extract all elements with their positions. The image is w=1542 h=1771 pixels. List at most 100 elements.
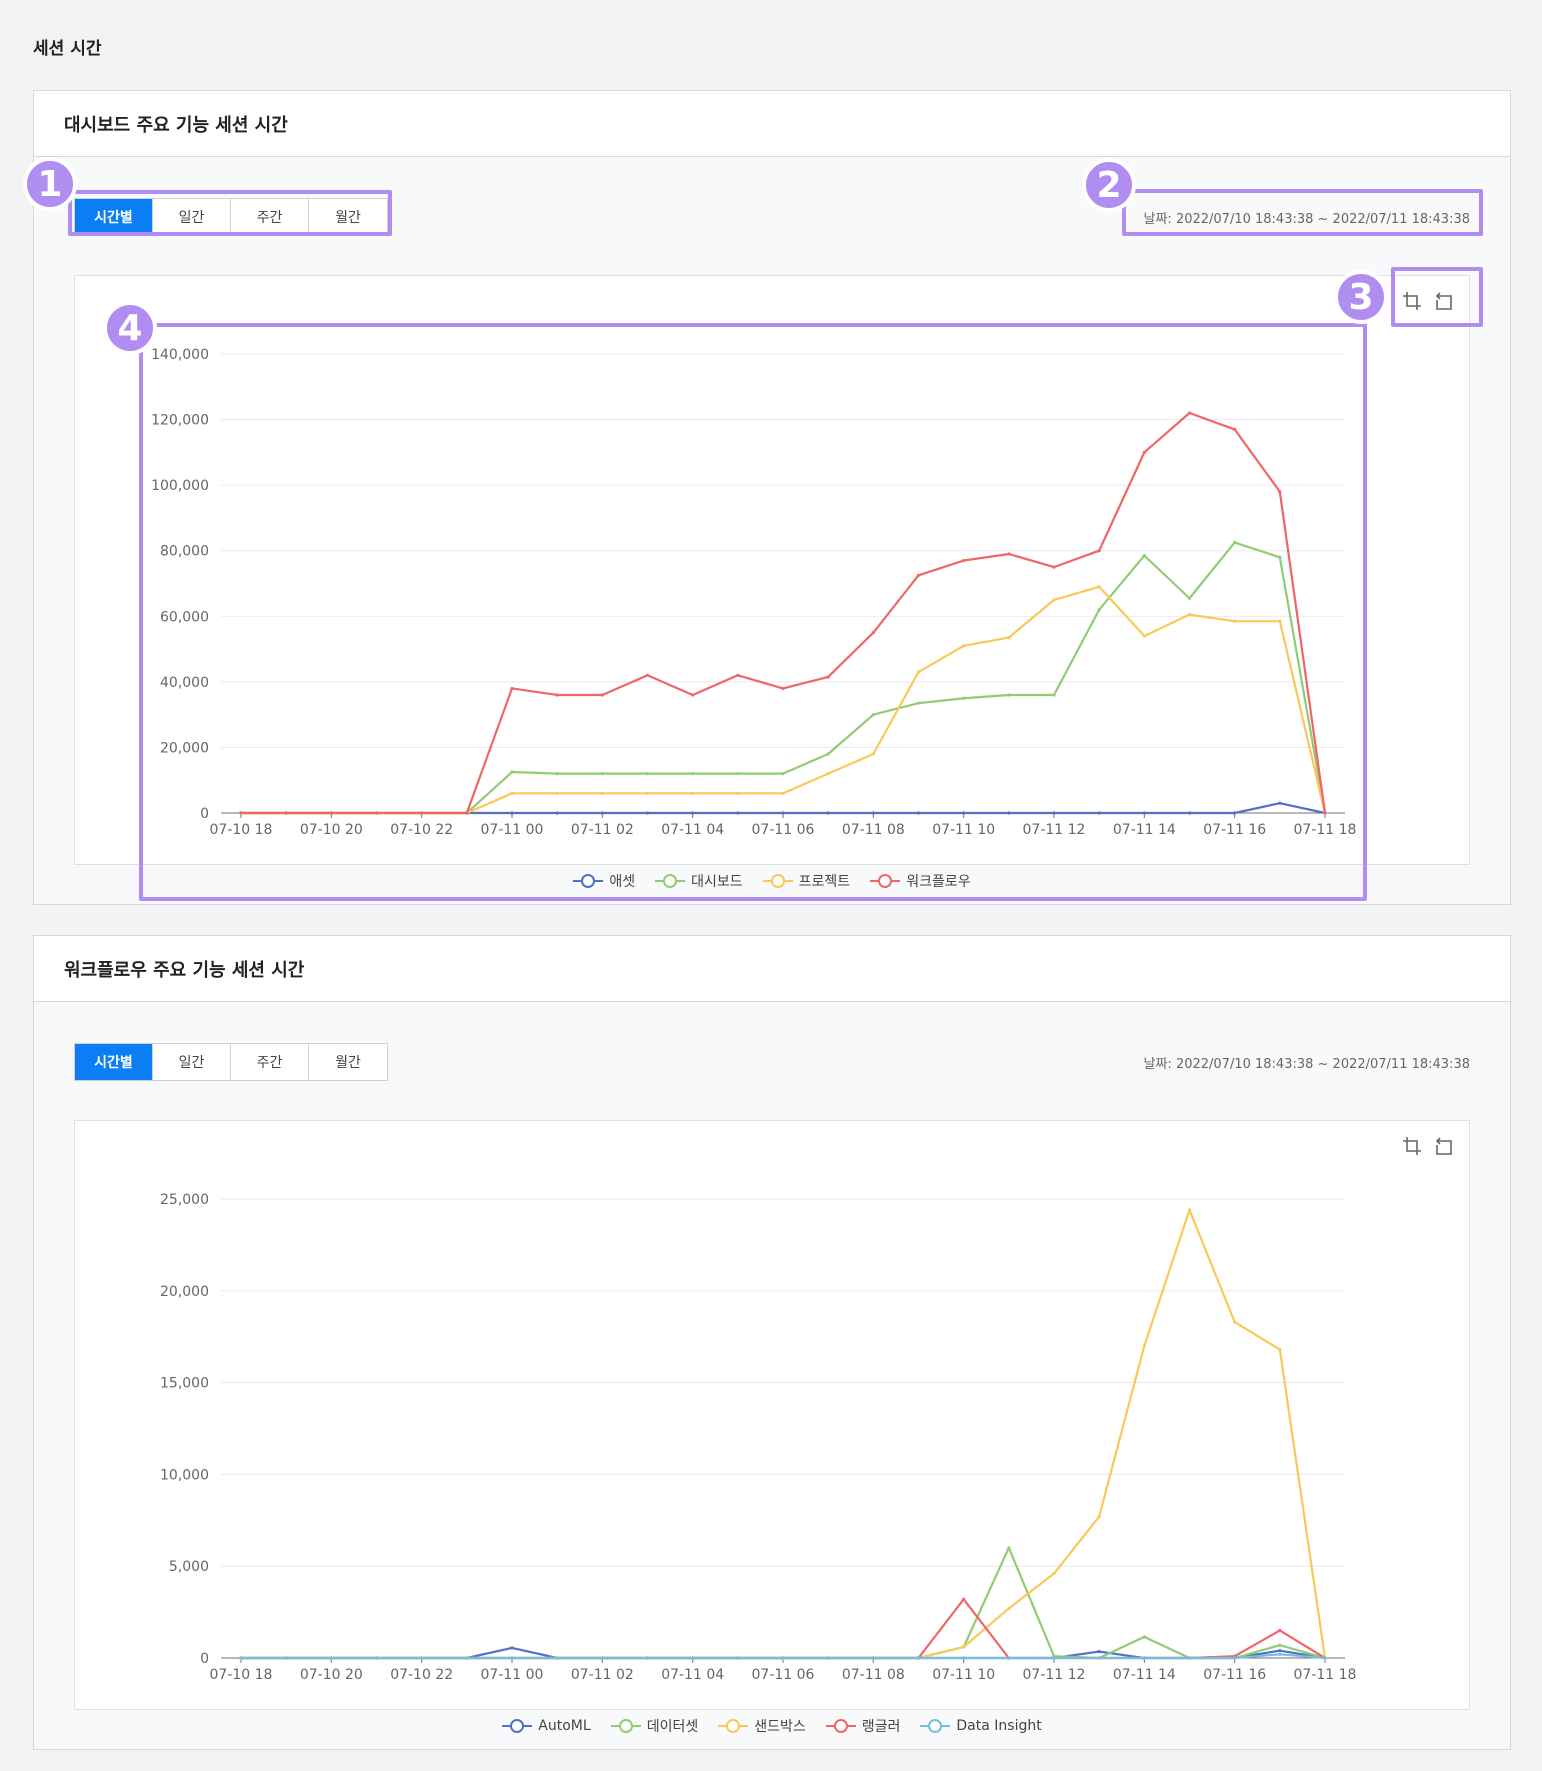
- tab-weekly[interactable]: 주간: [231, 199, 309, 235]
- legend-item[interactable]: 워크플로우: [870, 871, 971, 891]
- legend-circle: [770, 874, 785, 888]
- data-point: [329, 1656, 333, 1660]
- data-point: [962, 1597, 966, 1601]
- data-point: [1323, 1656, 1327, 1660]
- data-point: [916, 811, 921, 815]
- data-point: [1233, 619, 1237, 623]
- data-point: [510, 1646, 514, 1650]
- legend-label: 샌드박스: [754, 1719, 806, 1735]
- legend-circle: [663, 874, 678, 888]
- data-point: [1052, 565, 1056, 569]
- x-tick-label: 07-11 18: [1294, 1667, 1357, 1683]
- y-tick-label: 15,000: [160, 1376, 209, 1392]
- line-chart: 0 5,000 10,000 15,000 20,000 25,000 07-10 18 07…: [160, 1192, 1357, 1683]
- card-title: 워크플로우 주요 기능 세션 시간: [34, 936, 1510, 1002]
- tab-hourly[interactable]: 시간별: [75, 1044, 153, 1080]
- data-point: [555, 1656, 559, 1660]
- data-point: [510, 1656, 514, 1660]
- legend-circle: [618, 1719, 633, 1733]
- data-point: [555, 772, 559, 776]
- data-point: [1278, 555, 1282, 559]
- data-point: [1142, 450, 1146, 454]
- data-point: [962, 1656, 966, 1660]
- x-tick-label: 07-11 10: [932, 822, 995, 838]
- legend-item[interactable]: 랭글러: [825, 1716, 901, 1736]
- x-tick-label: 07-11 18: [1294, 822, 1357, 838]
- data-point: [1007, 1656, 1011, 1660]
- x-tick-label: 07-11 04: [661, 1667, 724, 1683]
- data-point: [1187, 596, 1192, 600]
- y-tick-label: 0: [200, 806, 209, 822]
- data-point: [555, 811, 559, 815]
- y-tick-label: 140,000: [151, 347, 209, 363]
- data-point: [781, 811, 785, 815]
- legend-item[interactable]: AutoML: [502, 1716, 591, 1736]
- data-point: [1187, 811, 1192, 815]
- data-point: [600, 791, 604, 795]
- tab-hourly[interactable]: 시간별: [75, 199, 153, 235]
- data-point: [465, 1656, 469, 1660]
- y-tick-label: 20,000: [160, 740, 209, 756]
- data-point: [510, 791, 514, 795]
- legend-label: 랭글러: [861, 1719, 901, 1735]
- data-point: [736, 791, 740, 795]
- data-point: [826, 675, 830, 679]
- y-tick-label: 10,000: [160, 1467, 209, 1483]
- x-tick-label: 07-10 20: [300, 822, 363, 838]
- data-point: [1278, 1649, 1282, 1653]
- data-point: [691, 811, 695, 815]
- data-point: [510, 770, 514, 774]
- legend-circle: [928, 1719, 943, 1733]
- data-point: [871, 752, 875, 756]
- data-point: [916, 573, 921, 577]
- legend-label: 애셋: [609, 874, 636, 890]
- x-tick-label: 07-11 04: [661, 822, 724, 838]
- y-tick-label: 25,000: [160, 1192, 209, 1208]
- legend-label: 워크플로우: [906, 874, 971, 890]
- data-point: [736, 1656, 740, 1660]
- data-point: [1052, 1656, 1056, 1660]
- data-point: [1052, 598, 1056, 602]
- series-line: [241, 1546, 1326, 1660]
- legend-label: 프로젝트: [798, 874, 851, 890]
- series-line: [241, 1208, 1327, 1660]
- dashboard-session-card: 대시보드 주요 기능 세션 시간 시간별 일간 주간 월간 날짜: 2022/0…: [33, 90, 1511, 905]
- data-point: [736, 772, 740, 776]
- data-point: [736, 811, 740, 815]
- legend-marker-icon: [610, 1719, 641, 1733]
- data-point: [1233, 1320, 1237, 1324]
- data-point: [645, 772, 650, 776]
- data-point: [962, 696, 966, 700]
- tab-monthly[interactable]: 월간: [309, 1044, 387, 1080]
- data-point: [1097, 1649, 1101, 1654]
- tab-daily[interactable]: 일간: [153, 1044, 231, 1080]
- data-point: [510, 686, 514, 691]
- series-line: [241, 411, 1327, 815]
- data-point: [1187, 1208, 1192, 1212]
- data-point: [781, 1656, 785, 1660]
- data-point: [962, 644, 966, 648]
- legend-item[interactable]: 대시보드: [655, 871, 743, 891]
- tab-daily[interactable]: 일간: [153, 199, 231, 235]
- tab-weekly[interactable]: 주간: [231, 1044, 309, 1080]
- x-tick-label: 07-11 06: [752, 1667, 815, 1683]
- legend-item[interactable]: 애셋: [573, 871, 635, 891]
- data-point: [1097, 1515, 1101, 1519]
- x-tick-label: 07-11 12: [1023, 822, 1086, 838]
- data-point: [329, 811, 333, 815]
- legend-marker-icon: [870, 874, 901, 888]
- legend-item[interactable]: 데이터셋: [610, 1716, 698, 1736]
- data-point: [284, 1656, 288, 1660]
- legend-item[interactable]: 샌드박스: [718, 1716, 806, 1736]
- data-point: [1187, 1656, 1192, 1660]
- chart-box: 0 5,000 10,000 15,000 20,000 25,000 07-10 18 07…: [74, 1120, 1470, 1710]
- legend-item[interactable]: 프로젝트: [762, 871, 851, 891]
- data-point: [1052, 811, 1056, 815]
- data-point: [1007, 693, 1011, 697]
- legend-item[interactable]: Data Insight: [920, 1716, 1042, 1736]
- data-point: [826, 811, 830, 815]
- data-point: [284, 811, 288, 815]
- data-point: [420, 1656, 424, 1660]
- tab-monthly[interactable]: 월간: [309, 199, 387, 235]
- data-point: [1097, 549, 1101, 553]
